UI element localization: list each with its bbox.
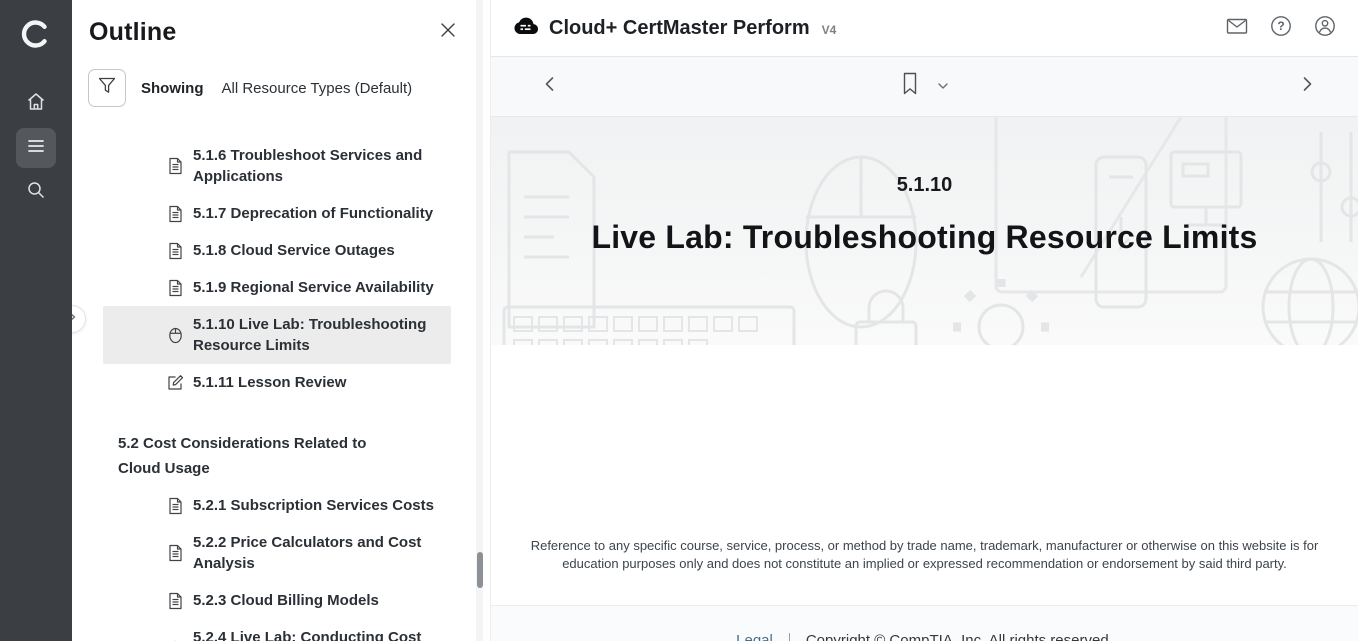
outline-item[interactable]: 5.1.7 Deprecation of Functionality (103, 195, 451, 232)
close-icon (438, 20, 458, 45)
app-header: Cloud+ CertMaster Perform V4 ? (491, 0, 1358, 57)
filter-showing-label: Showing (141, 80, 204, 97)
cloud-logo-icon (511, 15, 539, 42)
edit-review-icon (167, 374, 184, 391)
outline-title: Outline (89, 18, 177, 47)
filter-funnel-icon (97, 76, 117, 100)
left-icon-rail (0, 0, 72, 641)
account-icon (1313, 14, 1337, 43)
outline-item[interactable]: 5.1.6 Troubleshoot Services and Applicat… (103, 137, 451, 195)
lesson-content-body: Reference to any specific course, servic… (491, 345, 1358, 605)
outline-list: 5.1.6 Troubleshoot Services and Applicat… (72, 137, 483, 641)
outline-item-label: 5.2.4 Live Lab: Conducting Cost Analysis (193, 627, 441, 641)
next-page-button[interactable] (1294, 74, 1320, 100)
outline-panel: Outline Showing All Resource Types (Defa… (72, 0, 483, 641)
search-icon (25, 179, 47, 206)
bookmark-icon (900, 71, 920, 102)
outline-item[interactable]: 5.1.8 Cloud Service Outages (103, 232, 451, 269)
disclaimer-text: Reference to any specific course, servic… (530, 537, 1320, 573)
outline-item-label: 5.2.3 Cloud Billing Models (193, 590, 379, 611)
main-area: Cloud+ CertMaster Perform V4 ? (490, 0, 1358, 641)
outline-section-heading[interactable]: 5.2 Cost Considerations Related to Cloud… (118, 423, 413, 481)
bookmark-menu-button[interactable] (936, 78, 950, 96)
chevron-down-icon (936, 78, 950, 96)
outline-item-label: 5.1.9 Regional Service Availability (193, 277, 434, 298)
lesson-title-banner: 5.1.10 Live Lab: Troubleshooting Resourc… (491, 117, 1358, 345)
filter-button[interactable] (88, 69, 126, 107)
lesson-title: Live Lab: Troubleshooting Resource Limit… (491, 219, 1358, 256)
document-icon (167, 497, 184, 515)
lesson-number: 5.1.10 (491, 174, 1358, 197)
outline-item[interactable]: 5.2.1 Subscription Services Costs (103, 487, 451, 524)
help-icon: ? (1269, 14, 1293, 43)
filter-value-label[interactable]: All Resource Types (Default) (222, 80, 413, 97)
document-icon (167, 592, 184, 610)
chevron-right-icon (1298, 75, 1316, 98)
outline-item-label: 5.2.2 Price Calculators and Cost Analysi… (193, 532, 441, 574)
outline-item[interactable]: 5.2.3 Cloud Billing Models (103, 582, 451, 619)
comptia-logo (14, 12, 58, 56)
footer-divider (789, 633, 790, 641)
document-icon (167, 279, 184, 297)
document-icon (167, 242, 184, 260)
menu-icon (26, 137, 46, 160)
outline-item-label: 5.1.7 Deprecation of Functionality (193, 203, 433, 224)
outline-item-label: 5.1.6 Troubleshoot Services and Applicat… (193, 145, 441, 187)
mouse-lab-icon (167, 327, 184, 344)
previous-page-button[interactable] (537, 74, 563, 100)
outline-scrollbar-track[interactable] (476, 0, 483, 641)
legal-link[interactable]: Legal (736, 632, 773, 641)
outline-item[interactable]: 5.2.2 Price Calculators and Cost Analysi… (103, 524, 451, 582)
page-footer: Legal Copyright © CompTIA, Inc. All righ… (491, 605, 1358, 641)
chevron-left-icon (541, 75, 559, 98)
outline-item-label: 5.1.11 Lesson Review (193, 372, 346, 393)
outline-item-label: 5.2.1 Subscription Services Costs (193, 495, 434, 516)
outline-item-label: 5.1.10 Live Lab: Troubleshooting Resourc… (193, 314, 441, 356)
outline-item-label: 5.1.8 Cloud Service Outages (193, 240, 395, 261)
copyright-text: Copyright © CompTIA, Inc. All rights res… (806, 632, 1113, 641)
svg-text:?: ? (1277, 19, 1284, 33)
close-outline-button[interactable] (435, 20, 461, 46)
document-icon (167, 544, 184, 562)
document-icon (167, 205, 184, 223)
outline-item[interactable]: 5.1.11 Lesson Review (103, 364, 451, 401)
messages-button[interactable] (1224, 15, 1250, 41)
outline-item[interactable]: 5.2.4 Live Lab: Conducting Cost Analysis (103, 619, 451, 641)
outline-item[interactable]: 5.1.9 Regional Service Availability (103, 269, 451, 306)
home-icon (25, 91, 47, 118)
document-icon (167, 157, 184, 175)
bookmark-button[interactable] (900, 71, 920, 102)
lesson-nav-bar (491, 57, 1358, 117)
outline-toggle-button[interactable] (16, 128, 56, 168)
account-button[interactable] (1312, 15, 1338, 41)
home-button[interactable] (16, 84, 56, 124)
search-button[interactable] (16, 172, 56, 212)
app-title: Cloud+ CertMaster Perform (549, 17, 810, 40)
outline-scrollbar-thumb[interactable] (477, 552, 483, 588)
app-version-badge: V4 (822, 23, 837, 37)
help-button[interactable]: ? (1268, 15, 1294, 41)
outline-item[interactable]: 5.1.10 Live Lab: Troubleshooting Resourc… (103, 306, 451, 364)
mail-icon (1225, 16, 1249, 41)
